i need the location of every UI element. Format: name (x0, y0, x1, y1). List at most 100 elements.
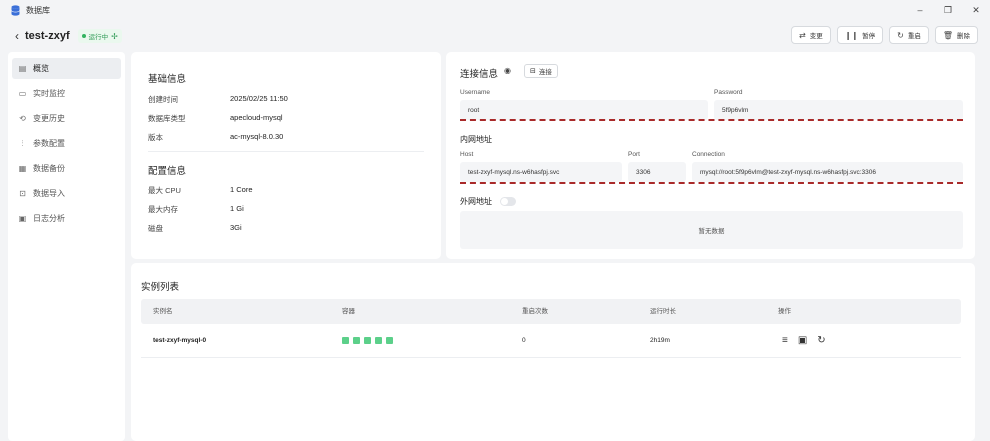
version-value: ac-mysql-8.0.30 (230, 132, 284, 141)
sidebar-item-history[interactable]: ⟲ 变更历史 (12, 108, 121, 129)
window-title: 数据库 (26, 5, 50, 15)
max-memory-label: 最大内存 (148, 205, 178, 214)
window-controls: – ❐ ✕ (906, 0, 990, 20)
port-label: Port (628, 151, 640, 158)
username-field[interactable]: root (460, 100, 708, 120)
disk-value: 3Gi (230, 223, 242, 232)
pause-button-label: 暂停 (862, 33, 876, 40)
sidebar-item-label: 日志分析 (33, 214, 65, 223)
container-bar (386, 337, 393, 344)
highlight-underline (460, 182, 963, 184)
connection-title: 连接信息 (460, 69, 499, 80)
terminal-icon[interactable]: ▣ (798, 335, 807, 347)
terminal-icon: ⊟ (530, 68, 536, 75)
sidebar-item-overview[interactable]: ▤ 概览 (12, 58, 121, 79)
connection-string-field[interactable]: mysql://root:5f9p6vlm@test-zxyf-mysql.ns… (692, 162, 963, 182)
database-name: test-zxyf (25, 30, 70, 42)
password-field[interactable]: 5f9p6vlm (714, 100, 963, 120)
connection-panel: 连接信息 ◉ ⊟ 连接 Username root Password 5f9p6… (446, 52, 975, 259)
container-bar (342, 337, 349, 344)
close-icon[interactable]: ✕ (962, 0, 990, 20)
sidebar-item-monitor[interactable]: ▭ 实时监控 (12, 83, 121, 104)
database-icon (11, 4, 20, 16)
external-address-toggle[interactable] (500, 197, 516, 206)
minimize-icon[interactable]: – (906, 0, 934, 20)
max-cpu-value: 1 Core (230, 185, 253, 194)
backup-icon: ▦ (18, 164, 27, 173)
instance-list-panel: 实例列表 实例名 容器 重启次数 运行时长 操作 test-zxyf-mysql… (131, 263, 975, 441)
column-header-name: 实例名 (153, 308, 173, 315)
sidebar: ▤ 概览 ▭ 实时监控 ⟲ 变更历史 ⫶ 参数配置 ▦ 数据备份 ⊡ 数据导入 … (8, 52, 125, 441)
host-field[interactable]: test-zxyf-mysql.ns-w6hasfpj.svc (460, 162, 622, 182)
db-type-label: 数据库类型 (148, 114, 186, 123)
instance-name: test-zxyf-mysql-0 (153, 337, 207, 344)
config-info-title: 配置信息 (148, 166, 187, 177)
sidebar-item-label: 参数配置 (33, 139, 65, 148)
delete-button[interactable]: 🗑 删除 (934, 26, 978, 44)
internal-address-title: 内网地址 (460, 135, 492, 144)
table-header: 实例名 容器 重启次数 运行时长 操作 (141, 299, 961, 324)
restart-count: 0 (522, 337, 526, 344)
max-cpu-label: 最大 CPU (148, 186, 181, 195)
basic-info-title: 基础信息 (148, 74, 187, 85)
sparkle-icon: ✢ (111, 31, 118, 41)
sidebar-item-label: 数据导入 (33, 189, 65, 198)
port-field[interactable]: 3306 (628, 162, 686, 182)
row-actions: ≡ ▣ ↻ (782, 335, 826, 347)
connect-button-label: 连接 (538, 69, 552, 76)
username-label: Username (460, 89, 490, 96)
column-header-actions: 操作 (778, 308, 791, 315)
restart-icon[interactable]: ↻ (817, 335, 825, 347)
sidebar-item-backup[interactable]: ▦ 数据备份 (12, 158, 121, 179)
restart-icon: ↻ (897, 30, 904, 40)
log-icon: ▣ (18, 214, 27, 223)
table-row: test-zxyf-mysql-0 0 2h19m ≡ ▣ ↻ (141, 324, 961, 358)
trash-icon: 🗑 (942, 30, 953, 40)
external-address-title: 外网地址 (460, 197, 492, 206)
basic-info-panel: 基础信息 创建时间 2025/02/25 11:50 数据库类型 apeclou… (131, 52, 441, 259)
highlight-underline (460, 119, 963, 121)
sidebar-item-label: 数据备份 (33, 164, 65, 173)
container-bar (353, 337, 360, 344)
restore-icon[interactable]: ❐ (934, 0, 962, 20)
change-button-label: 变更 (809, 33, 823, 40)
page-header: ‹ test-zxyf 运行中 ✢ ⇄ 变更 ❙❙ 暂停 ↻ 重启 🗑 删除 (0, 20, 990, 52)
host-label: Host (460, 151, 474, 158)
connect-button[interactable]: ⊟ 连接 (524, 64, 558, 78)
pause-button[interactable]: ❙❙ 暂停 (836, 26, 884, 44)
container-status-bars (342, 337, 393, 344)
empty-state: 暂无数据 (460, 211, 963, 249)
swap-icon: ⇄ (799, 30, 806, 40)
sidebar-item-import[interactable]: ⊡ 数据导入 (12, 183, 121, 204)
import-icon: ⊡ (19, 189, 26, 198)
created-time-label: 创建时间 (148, 95, 178, 104)
version-label: 版本 (148, 133, 163, 142)
sidebar-item-logs[interactable]: ▣ 日志分析 (12, 208, 121, 229)
container-bar (375, 337, 382, 344)
max-memory-value: 1 Gi (230, 204, 244, 213)
overview-icon: ▤ (18, 64, 27, 73)
db-type-value: apecloud-mysql (230, 113, 283, 122)
section-divider (148, 151, 424, 152)
container-bar (364, 337, 371, 344)
header-actions: ⇄ 变更 ❙❙ 暂停 ↻ 重启 🗑 删除 (791, 26, 978, 44)
empty-text: 暂无数据 (698, 228, 725, 235)
back-icon[interactable]: ‹ (12, 29, 22, 43)
restart-button-label: 重启 (907, 33, 921, 40)
status-badge: 运行中 ✢ (77, 29, 122, 43)
restart-button[interactable]: ↻ 重启 (889, 26, 929, 44)
eye-icon[interactable]: ◉ (504, 66, 511, 75)
monitor-icon: ▭ (18, 89, 27, 98)
sidebar-item-label: 变更历史 (33, 114, 65, 123)
status-dot-icon (81, 34, 86, 38)
delete-button-label: 删除 (957, 33, 970, 40)
sidebar-item-label: 实时监控 (33, 89, 65, 98)
pause-icon: ❙❙ (844, 30, 859, 40)
created-time-value: 2025/02/25 11:50 (230, 94, 288, 103)
column-header-containers: 容器 (342, 308, 355, 315)
title-bar: 数据库 – ❐ ✕ (0, 0, 990, 20)
sidebar-item-params[interactable]: ⫶ 参数配置 (12, 133, 121, 154)
change-button[interactable]: ⇄ 变更 (791, 26, 831, 44)
sidebar-item-label: 概览 (33, 64, 49, 73)
details-icon[interactable]: ≡ (782, 335, 788, 347)
